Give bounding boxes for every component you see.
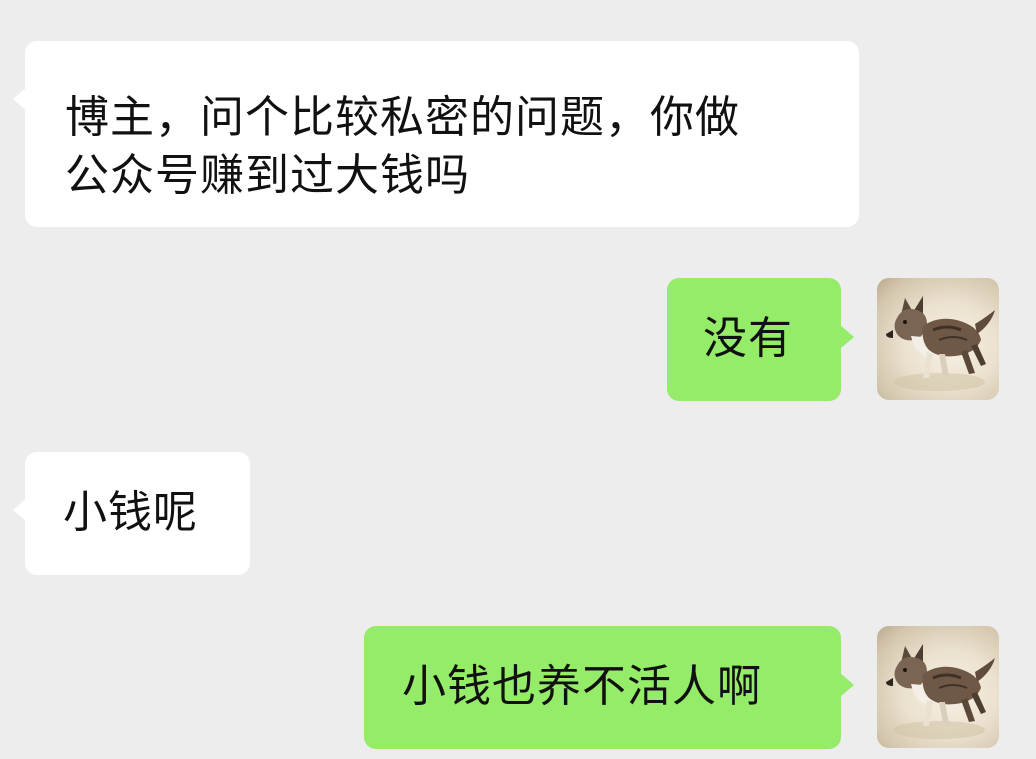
wolf-dog-avatar-icon[interactable]	[877, 626, 999, 748]
message-text: 博主，问个比较私密的问题，你做 公众号赚到过大钱吗	[65, 92, 740, 201]
message-text: 小钱也养不活人啊	[402, 661, 762, 712]
message-text: 没有	[703, 313, 793, 364]
wolf-dog-avatar-icon[interactable]	[877, 278, 999, 400]
message-text: 小钱呢	[63, 487, 198, 538]
incoming-message-bubble[interactable]: 小钱呢	[13, 452, 250, 575]
outgoing-message-bubble[interactable]: 小钱也养不活人啊	[364, 626, 854, 749]
outgoing-message-bubble[interactable]: 没有	[667, 278, 854, 401]
incoming-message-bubble[interactable]: 博主，问个比较私密的问题，你做 公众号赚到过大钱吗	[13, 41, 859, 227]
